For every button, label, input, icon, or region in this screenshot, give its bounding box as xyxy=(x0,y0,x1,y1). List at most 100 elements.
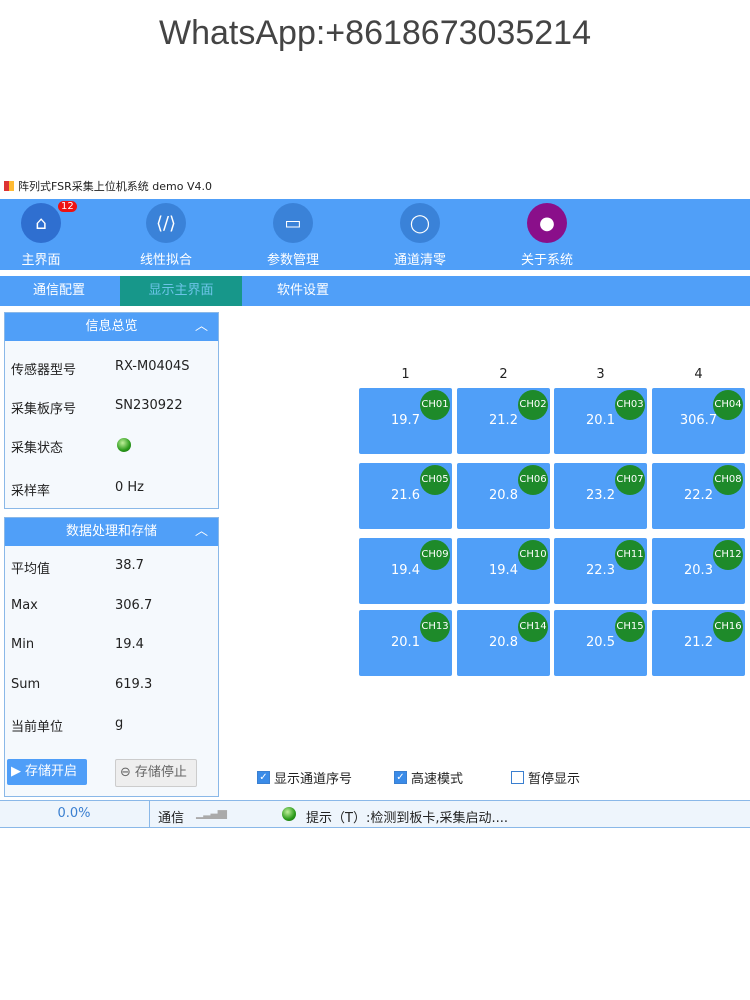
checkbox-icon[interactable]: ✓ xyxy=(394,771,407,784)
stat-label: 平均值 xyxy=(11,562,51,577)
channel-cell[interactable]: 306.7 CH04 xyxy=(652,388,745,454)
app-icon xyxy=(4,181,14,191)
notification-badge: 12 xyxy=(58,201,77,212)
channel-cell[interactable]: 21.2 CH16 xyxy=(652,610,745,676)
stat-label: Max xyxy=(11,597,38,613)
info-label: 采集板序号 xyxy=(11,402,77,417)
channel-cell[interactable]: 20.1 CH13 xyxy=(359,610,452,676)
info-label: 采集状态 xyxy=(11,441,64,456)
status-bar: 0.0% 通信 ▁▂▃▅ 提示（T）:检测到板卡,采集启动.... xyxy=(0,800,750,828)
channel-cell[interactable]: 20.5 CH15 xyxy=(554,610,647,676)
channel-badge: CH03 xyxy=(615,390,645,420)
watermark: WhatsApp:+8618673035214 xyxy=(159,14,591,52)
status-message: 提示（T）:检测到板卡,采集启动.... xyxy=(306,811,508,826)
channel-badge: CH16 xyxy=(713,612,743,642)
status-led-icon xyxy=(282,807,296,821)
channel-badge: CH15 xyxy=(615,612,645,642)
store-stop-label: 存储停止 xyxy=(134,765,187,780)
window-title: 阵列式FSR采集上位机系统 demo V4.0 xyxy=(18,180,212,193)
option-label: 显示通道序号 xyxy=(274,772,353,787)
progress-text: 0.0% xyxy=(57,806,91,821)
channel-badge: CH01 xyxy=(420,390,450,420)
stat-value: 38.7 xyxy=(115,558,144,573)
channel-badge: CH11 xyxy=(615,540,645,570)
stat-label: Sum xyxy=(11,676,41,692)
option-label: 暂停显示 xyxy=(528,772,581,787)
channel-badge: CH13 xyxy=(420,612,450,642)
channel-cell[interactable]: 21.2 CH02 xyxy=(457,388,550,454)
nav-label: 主界面 xyxy=(21,253,61,268)
store-start-button[interactable]: ▶ 存储开启 xyxy=(7,759,87,785)
channel-cell[interactable]: 21.6 CH05 xyxy=(359,463,452,529)
tab-1[interactable]: 显示主界面 xyxy=(120,276,242,306)
info-value: 0 Hz xyxy=(115,480,145,495)
column-label: 1 xyxy=(401,367,410,382)
stat-value: 619.3 xyxy=(115,676,153,692)
channel-badge: CH05 xyxy=(420,465,450,495)
chevron-up-icon[interactable]: ︿ xyxy=(195,518,208,546)
channel-cell[interactable]: 19.4 CH09 xyxy=(359,538,452,604)
info-label: 传感器型号 xyxy=(11,363,77,378)
info-panel-title: 信息总览 xyxy=(85,319,138,334)
option-checkbox[interactable]: ✓ 显示通道序号 xyxy=(257,768,352,787)
user-icon: ● xyxy=(527,203,567,243)
tab-bar: 通信配置 显示主界面 软件设置 xyxy=(0,276,750,306)
column-label: 3 xyxy=(596,367,605,382)
channel-cell[interactable]: 22.3 CH11 xyxy=(554,538,647,604)
info-panel-header[interactable]: 信息总览 ︿ xyxy=(5,313,218,341)
stop-icon: ⊖ xyxy=(120,765,131,780)
stat-label: 当前单位 xyxy=(11,720,64,735)
channel-badge: CH04 xyxy=(713,390,743,420)
data-panel: 数据处理和存储 ︿ 平均值 38.7 Max 306.7 Min 19.4 Sum 619.3 当… xyxy=(4,517,219,797)
channel-badge: CH06 xyxy=(518,465,548,495)
channel-cell[interactable]: 19.4 CH10 xyxy=(457,538,550,604)
channel-badge: CH10 xyxy=(518,540,548,570)
nav-item-3[interactable]: ◯ 通道清零 xyxy=(375,203,465,268)
info-value: SN230922 xyxy=(115,398,183,413)
top-nav: ⌂ 主界面 12 ⟨/⟩ 线性拟合 ▭ 参数管理 ◯ 通道清零 ● 关于系统 xyxy=(0,199,750,270)
nav-item-0[interactable]: ⌂ 主界面 12 xyxy=(0,201,86,268)
status-led-icon xyxy=(117,438,131,452)
nav-item-2[interactable]: ▭ 参数管理 xyxy=(248,203,338,268)
nav-item-1[interactable]: ⟨/⟩ 线性拟合 xyxy=(121,203,211,268)
channel-cell[interactable]: 22.2 CH08 xyxy=(652,463,745,529)
circle-refresh-icon: ◯ xyxy=(400,203,440,243)
channel-badge: CH07 xyxy=(615,465,645,495)
home-icon: ⌂ xyxy=(21,203,61,243)
channel-badge: CH14 xyxy=(518,612,548,642)
signal-icon: ▁▂▃▅ xyxy=(196,805,227,819)
channel-cell[interactable]: 20.1 CH03 xyxy=(554,388,647,454)
drive-icon: ▭ xyxy=(273,203,313,243)
channel-badge: CH12 xyxy=(713,540,743,570)
channel-cell[interactable]: 23.2 CH07 xyxy=(554,463,647,529)
channel-badge: CH09 xyxy=(420,540,450,570)
column-label: 2 xyxy=(499,367,508,382)
info-value: RX-M0404S xyxy=(115,359,190,374)
store-stop-button[interactable]: ⊖ 存储停止 xyxy=(115,759,197,787)
tab-0[interactable]: 通信配置 xyxy=(0,276,120,306)
comm-label: 通信 xyxy=(158,811,185,826)
tab-2[interactable]: 软件设置 xyxy=(242,276,364,306)
option-checkbox[interactable]: 暂停显示 xyxy=(511,768,580,787)
channel-cell[interactable]: 20.3 CH12 xyxy=(652,538,745,604)
nav-label: 通道清零 xyxy=(393,253,446,268)
title-bar: 阵列式FSR采集上位机系统 demo V4.0 xyxy=(4,178,212,194)
checkbox-icon[interactable] xyxy=(511,771,524,784)
info-label: 采样率 xyxy=(11,484,51,499)
stat-value: 19.4 xyxy=(115,637,144,652)
option-checkbox[interactable]: ✓ 高速模式 xyxy=(394,768,463,787)
stat-label: Min xyxy=(11,637,35,652)
channel-cell[interactable]: 19.7 CH01 xyxy=(359,388,452,454)
channel-cell[interactable]: 20.8 CH14 xyxy=(457,610,550,676)
data-panel-title: 数据处理和存储 xyxy=(65,524,157,539)
data-panel-header[interactable]: 数据处理和存储 ︿ xyxy=(5,518,218,546)
channel-badge: CH08 xyxy=(713,465,743,495)
nav-item-4[interactable]: ● 关于系统 xyxy=(502,203,592,268)
play-icon: ▶ xyxy=(11,764,21,779)
chevron-up-icon[interactable]: ︿ xyxy=(195,313,208,341)
channel-cell[interactable]: 20.8 CH06 xyxy=(457,463,550,529)
option-label: 高速模式 xyxy=(411,772,464,787)
nav-label: 关于系统 xyxy=(520,253,573,268)
checkbox-icon[interactable]: ✓ xyxy=(257,771,270,784)
stat-value: g xyxy=(115,716,124,731)
